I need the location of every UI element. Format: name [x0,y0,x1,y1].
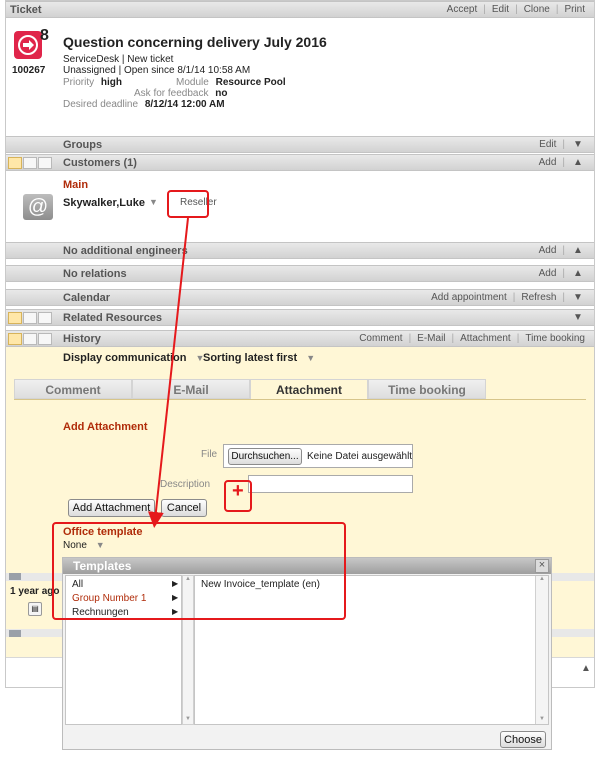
annotation-arrow [147,217,189,528]
